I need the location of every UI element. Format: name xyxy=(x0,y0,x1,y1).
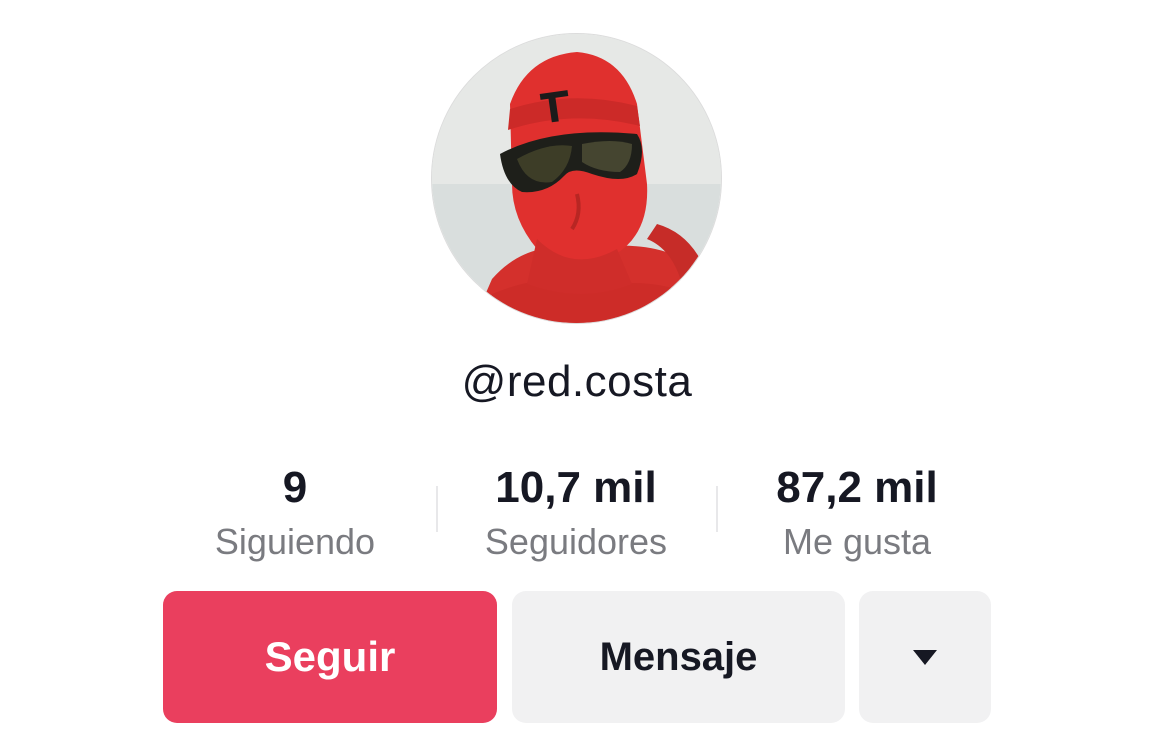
caret-down-icon xyxy=(913,649,937,665)
message-button[interactable]: Mensaje xyxy=(512,591,845,723)
followers-count: 10,7 mil xyxy=(495,463,657,512)
following-label: Siguiendo xyxy=(214,521,376,562)
avatar-image xyxy=(432,34,721,323)
stat-divider xyxy=(716,486,718,532)
likes-label: Me gusta xyxy=(782,521,932,562)
following-count: 9 xyxy=(282,463,308,512)
stat-followers[interactable]: 10,7 mil Seguidores xyxy=(446,460,706,566)
username: @red.costa xyxy=(461,357,693,406)
stat-likes[interactable]: 87,2 mil Me gusta xyxy=(727,460,987,566)
message-button-label: Mensaje xyxy=(599,634,758,679)
stat-divider xyxy=(436,486,438,532)
followers-label: Seguidores xyxy=(484,521,668,562)
likes-count: 87,2 mil xyxy=(776,463,938,512)
more-options-button[interactable] xyxy=(859,591,991,723)
follow-button[interactable]: Seguir xyxy=(163,591,497,723)
avatar[interactable] xyxy=(431,33,722,324)
follow-button-label: Seguir xyxy=(264,633,396,680)
profile-page: @red.costa 9 Siguiendo 10,7 mil Seguidor… xyxy=(0,0,1169,741)
stat-following[interactable]: 9 Siguiendo xyxy=(165,460,425,566)
